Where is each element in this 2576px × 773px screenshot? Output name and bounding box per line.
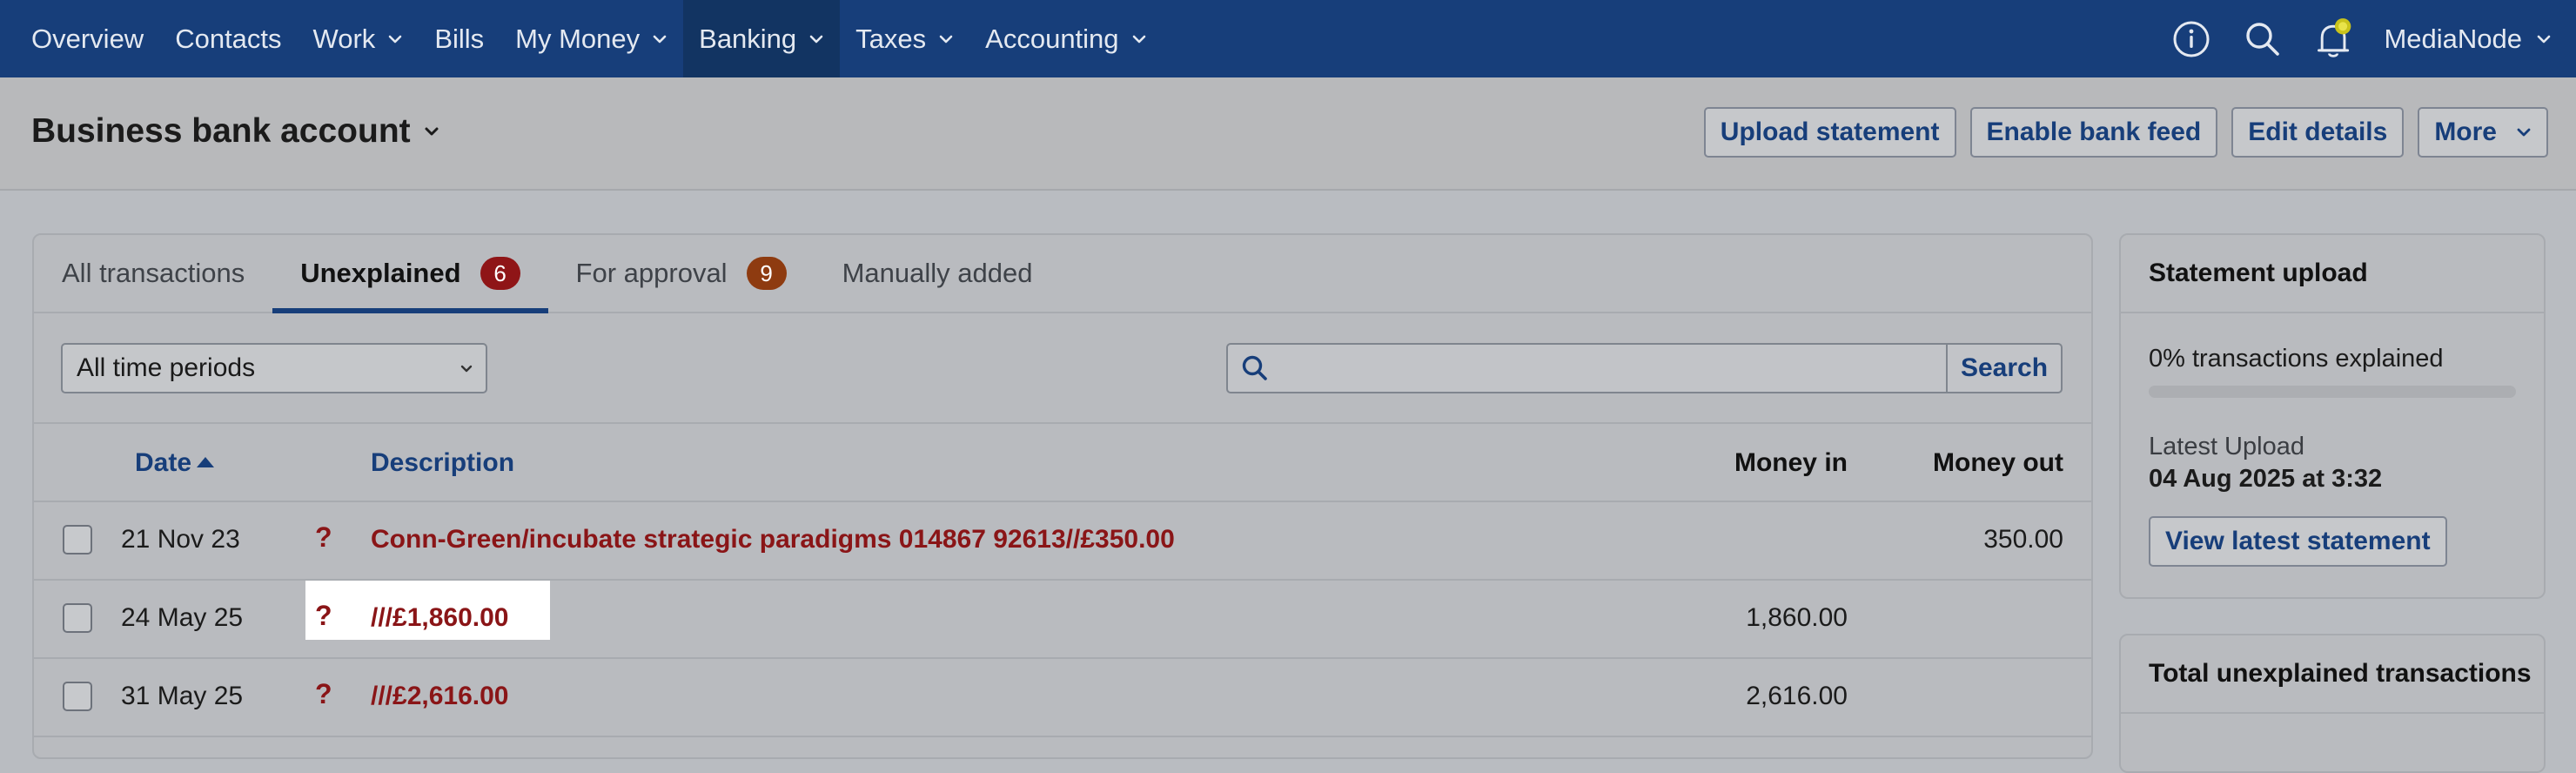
unexplained-flag-icon: ? bbox=[315, 600, 332, 631]
table-row[interactable]: 24 May 25 ? ///£1,860.00 1,860.00 bbox=[34, 581, 2091, 659]
nav-label: Banking bbox=[699, 23, 797, 54]
latest-upload-label: Latest Upload bbox=[2149, 433, 2304, 460]
nav-item-accounting[interactable]: Accounting bbox=[969, 0, 1162, 77]
nav-items: Overview Contacts Work Bills My Money Ba… bbox=[0, 0, 1163, 77]
nav-item-taxes[interactable]: Taxes bbox=[840, 0, 969, 77]
row-checkbox[interactable] bbox=[63, 603, 92, 633]
nav-label: Contacts bbox=[175, 23, 282, 54]
tab-label: For approval bbox=[575, 258, 728, 288]
unexplained-flag-icon: ? bbox=[315, 521, 332, 553]
row-date: 21 Nov 23 bbox=[121, 525, 240, 554]
page-title: Business bank account bbox=[31, 112, 411, 150]
tab-manually-added[interactable]: Manually added bbox=[815, 235, 1061, 312]
chevron-down-icon bbox=[2517, 128, 2531, 137]
chevron-down-icon bbox=[1132, 35, 1145, 43]
description-column-header[interactable]: Description bbox=[371, 448, 514, 478]
row-money-out: 350.00 bbox=[1983, 525, 2063, 554]
enable-bank-feed-button[interactable]: Enable bank feed bbox=[1969, 107, 2218, 158]
upload-statement-button[interactable]: Upload statement bbox=[1703, 107, 1956, 158]
count-badge: 9 bbox=[746, 257, 787, 290]
transactions-card: All transactions Unexplained 6 For appro… bbox=[32, 233, 2093, 759]
total-unexplained-panel: Total unexplained transactions bbox=[2119, 634, 2546, 773]
tab-label: Unexplained bbox=[300, 258, 461, 288]
row-date: 31 May 25 bbox=[121, 682, 244, 710]
nav-label: Overview bbox=[31, 23, 144, 54]
statement-upload-panel: Statement upload 0% transactions explain… bbox=[2119, 233, 2546, 599]
chevron-down-icon bbox=[809, 35, 823, 43]
row-description[interactable]: ///£2,616.00 bbox=[371, 682, 508, 711]
search-box: Search bbox=[1226, 343, 2063, 393]
view-latest-statement-button[interactable]: View latest statement bbox=[2149, 516, 2447, 567]
search-input[interactable] bbox=[1278, 346, 1946, 391]
search-icon bbox=[1242, 355, 1267, 380]
explained-percentage: 0% transactions explained bbox=[2149, 345, 2444, 373]
info-icon[interactable] bbox=[2171, 19, 2211, 59]
row-checkbox[interactable] bbox=[63, 682, 92, 711]
row-checkbox[interactable] bbox=[63, 525, 92, 555]
chevron-down-icon bbox=[2537, 35, 2551, 43]
transaction-tabs: All transactions Unexplained 6 For appro… bbox=[34, 235, 2091, 313]
nav-right: MediaNode bbox=[2156, 0, 2576, 77]
count-badge: 6 bbox=[480, 257, 520, 290]
nav-item-work[interactable]: Work bbox=[298, 0, 419, 77]
latest-upload-value: 04 Aug 2025 at 3:32 bbox=[2149, 465, 2383, 493]
row-date: 24 May 25 bbox=[121, 603, 244, 632]
top-nav: Overview Contacts Work Bills My Money Ba… bbox=[0, 0, 2576, 77]
chevron-down-icon bbox=[389, 35, 402, 43]
explained-progress-bar bbox=[2149, 386, 2516, 398]
bell-icon[interactable] bbox=[2314, 17, 2354, 59]
tab-for-approval[interactable]: For approval 9 bbox=[548, 235, 815, 312]
panel-title: Statement upload bbox=[2121, 235, 2544, 313]
tab-all-transactions[interactable]: All transactions bbox=[34, 235, 272, 312]
nav-label: Taxes bbox=[855, 23, 927, 54]
chevron-down-icon bbox=[460, 365, 473, 373]
search-button[interactable]: Search bbox=[1946, 345, 2061, 392]
nav-label: My Money bbox=[515, 23, 641, 54]
nav-item-my-money[interactable]: My Money bbox=[500, 0, 683, 77]
table-row[interactable]: 31 May 25 ? ///£2,616.00 2,616.00 bbox=[34, 659, 2091, 737]
money-in-column-header: Money in bbox=[1734, 448, 1848, 477]
page-header: Business bank account Upload statement E… bbox=[0, 77, 2576, 191]
table-header: Date Description Money in Money out bbox=[34, 424, 2091, 502]
account-name: MediaNode bbox=[2384, 23, 2522, 54]
chevron-down-icon bbox=[425, 127, 439, 136]
nav-item-contacts[interactable]: Contacts bbox=[159, 0, 297, 77]
money-out-column-header: Money out bbox=[1933, 448, 2063, 477]
row-money-in: 2,616.00 bbox=[1746, 682, 1848, 710]
period-value: All time periods bbox=[77, 353, 256, 382]
row-description[interactable]: Conn-Green/incubate strategic paradigms … bbox=[371, 525, 1175, 555]
account-menu[interactable]: MediaNode bbox=[2384, 24, 2552, 55]
nav-item-bills[interactable]: Bills bbox=[419, 0, 500, 77]
more-label: More bbox=[2434, 118, 2497, 146]
sort-ascending-icon bbox=[197, 457, 215, 467]
tab-label: All transactions bbox=[62, 258, 245, 288]
more-button[interactable]: More bbox=[2418, 107, 2548, 158]
nav-item-banking[interactable]: Banking bbox=[683, 0, 841, 77]
tab-label: Manually added bbox=[842, 258, 1033, 288]
unexplained-flag-icon: ? bbox=[315, 678, 332, 709]
row-description[interactable]: ///£1,860.00 bbox=[371, 603, 508, 633]
search-icon[interactable] bbox=[2243, 19, 2283, 59]
tab-unexplained[interactable]: Unexplained 6 bbox=[272, 235, 548, 313]
table-row[interactable]: 21 Nov 23 ? Conn-Green/incubate strategi… bbox=[34, 502, 2091, 581]
header-actions: Upload statement Enable bank feed Edit d… bbox=[1703, 107, 2548, 158]
filter-row: All time periods Search bbox=[34, 313, 2091, 424]
row-money-in: 1,860.00 bbox=[1746, 603, 1848, 632]
date-column-header[interactable]: Date bbox=[135, 448, 215, 478]
period-select[interactable]: All time periods bbox=[61, 343, 487, 393]
panel-title: Total unexplained transactions bbox=[2121, 635, 2544, 714]
edit-details-button[interactable]: Edit details bbox=[2231, 107, 2405, 158]
account-switcher[interactable]: Business bank account bbox=[31, 112, 440, 151]
chevron-down-icon bbox=[939, 35, 953, 43]
nav-item-overview[interactable]: Overview bbox=[16, 0, 159, 77]
nav-label: Accounting bbox=[985, 23, 1119, 54]
nav-label: Work bbox=[312, 23, 376, 54]
nav-label: Bills bbox=[434, 23, 485, 54]
chevron-down-icon bbox=[653, 35, 667, 43]
column-label: Date bbox=[135, 448, 192, 477]
search-field bbox=[1228, 345, 1946, 392]
